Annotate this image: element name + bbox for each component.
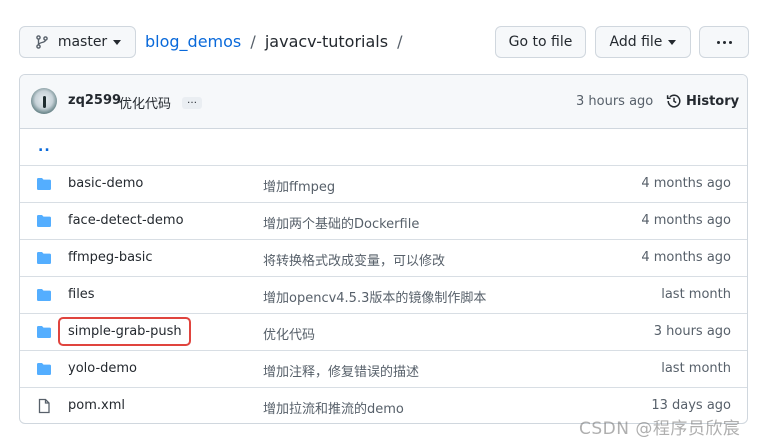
file-row[interactable]: yolo-demo 增加注释，修复错误的描述 last month xyxy=(20,350,747,387)
file-row[interactable]: basic-demo 增加ffmpeg 4 months ago xyxy=(20,165,747,202)
folder-icon xyxy=(36,324,52,340)
file-commit-age: last month xyxy=(661,361,731,376)
file-name-link[interactable]: simple-grab-push xyxy=(68,324,182,339)
commit-time: 3 hours ago xyxy=(576,94,654,109)
add-file-label: Add file xyxy=(609,34,663,50)
file-commit-message[interactable]: 增加opencv4.5.3版本的镜像制作脚本 xyxy=(263,287,486,306)
file-commit-age: 4 months ago xyxy=(641,213,731,228)
breadcrumb-separator: / xyxy=(250,32,256,51)
file-commit-message[interactable]: 增加拉流和推流的demo xyxy=(263,398,404,417)
history-label: History xyxy=(686,93,740,109)
breadcrumb-separator: / xyxy=(397,32,403,51)
file-commit-message[interactable]: 优化代码 xyxy=(263,324,315,343)
history-icon xyxy=(666,94,681,108)
file-name-link[interactable]: basic-demo xyxy=(68,176,143,191)
file-browser: zq2599 优化代码 … 3 hours ago History .. bas… xyxy=(19,74,748,424)
file-commit-message[interactable]: 增加注释，修复错误的描述 xyxy=(263,361,419,380)
file-commit-age: 4 months ago xyxy=(641,250,731,265)
file-name-link[interactable]: yolo-demo xyxy=(68,361,137,376)
avatar[interactable] xyxy=(31,88,57,114)
git-branch-icon xyxy=(36,35,48,49)
parent-directory-link[interactable]: .. xyxy=(38,139,51,155)
go-to-file-button[interactable]: Go to file xyxy=(495,26,586,58)
folder-icon xyxy=(36,361,52,377)
history-link[interactable]: History xyxy=(666,93,739,109)
file-commit-message[interactable]: 增加ffmpeg xyxy=(263,176,335,195)
file-commit-age: 3 hours ago xyxy=(653,324,731,339)
folder-icon xyxy=(36,250,52,266)
file-row[interactable]: ffmpeg-basic 将转换格式改成变量，可以修改 4 months ago xyxy=(20,239,747,276)
file-commit-age: 13 days ago xyxy=(651,398,731,413)
commit-message[interactable]: 优化代码 xyxy=(119,93,171,112)
file-name-link[interactable]: pom.xml xyxy=(68,398,125,413)
breadcrumb-repo-link[interactable]: blog_demos xyxy=(145,32,241,51)
file-commit-age: 4 months ago xyxy=(641,176,731,191)
chevron-down-icon xyxy=(668,39,677,45)
commit-expand-button[interactable]: … xyxy=(182,96,202,109)
file-name-link[interactable]: ffmpeg-basic xyxy=(68,250,153,265)
file-list: basic-demo 增加ffmpeg 4 months ago face-detec… xyxy=(20,165,747,423)
kebab-horizontal-icon xyxy=(716,40,732,44)
commit-author[interactable]: zq2599 xyxy=(68,93,121,108)
go-to-file-label: Go to file xyxy=(508,34,573,50)
file-icon xyxy=(36,398,52,414)
file-commit-age: last month xyxy=(661,287,731,302)
more-options-button[interactable] xyxy=(699,26,749,58)
chevron-down-icon xyxy=(113,39,122,45)
branch-label: master xyxy=(57,34,108,50)
file-commit-message[interactable]: 将转换格式改成变量，可以修改 xyxy=(263,250,445,269)
breadcrumb: blog_demos / javacv-tutorials / xyxy=(145,31,407,53)
file-row[interactable]: files 增加opencv4.5.3版本的镜像制作脚本 last month xyxy=(20,276,747,313)
breadcrumb-current-folder: javacv-tutorials xyxy=(264,32,389,51)
add-file-button[interactable]: Add file xyxy=(595,26,691,58)
file-row[interactable]: face-detect-demo 增加两个基础的Dockerfile 4 month… xyxy=(20,202,747,239)
parent-directory-row[interactable]: .. xyxy=(20,129,747,165)
branch-select-button[interactable]: master xyxy=(19,26,136,58)
file-row[interactable]: simple-grab-push 优化代码 3 hours ago xyxy=(20,313,747,350)
file-name-link[interactable]: files xyxy=(68,287,95,302)
folder-icon xyxy=(36,287,52,303)
watermark: CSDN @程序员欣宸 xyxy=(579,419,741,439)
file-commit-message[interactable]: 增加两个基础的Dockerfile xyxy=(263,213,419,232)
folder-icon xyxy=(36,176,52,192)
repo-toolbar: master blog_demos / javacv-tutorials / G… xyxy=(0,0,764,80)
file-name-link[interactable]: face-detect-demo xyxy=(68,213,184,228)
latest-commit-bar: zq2599 优化代码 … 3 hours ago History xyxy=(20,75,747,129)
folder-icon xyxy=(36,213,52,229)
